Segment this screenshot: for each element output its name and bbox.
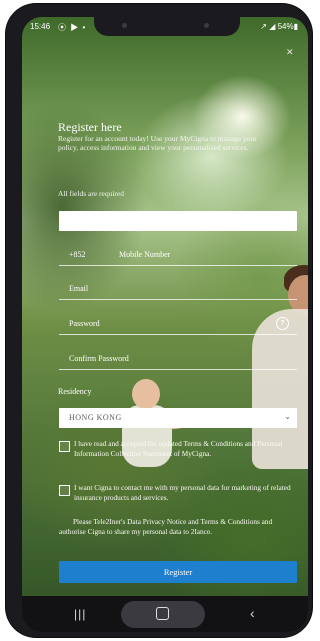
mobile-field[interactable]: +852 Mobile Number	[59, 245, 297, 266]
confirm-password-field[interactable]: Confirm Password	[59, 349, 297, 370]
password-label: Password	[69, 319, 100, 328]
privacy-consent-text: Please Tele2Iner's Data Privacy Notice a…	[59, 517, 273, 536]
camera-notch	[94, 17, 240, 36]
register-button[interactable]: Register	[59, 561, 297, 583]
battery-signal-indicator: ↗ ◢ 54%▮	[260, 22, 298, 31]
residency-value: HONG KONG	[69, 413, 122, 422]
email-label: Email	[69, 284, 89, 293]
password-visibility-icon[interactable]: ?	[276, 317, 289, 330]
recents-icon[interactable]: |||	[74, 607, 86, 621]
marketing-checkbox[interactable]	[59, 485, 70, 496]
status-notification-icons: ⦿ ▶ •	[58, 23, 87, 32]
system-nav-bar: ||| ‹	[22, 596, 308, 632]
back-icon[interactable]: ‹	[250, 605, 255, 621]
chevron-down-icon: ⌄	[284, 412, 291, 421]
mobile-number-label: Mobile Number	[119, 250, 171, 259]
page-title: Register here	[58, 120, 122, 134]
home-icon[interactable]	[156, 607, 169, 620]
name-input[interactable]	[59, 211, 297, 231]
close-icon[interactable]: ✕	[286, 47, 294, 58]
terms-checkbox[interactable]	[59, 441, 70, 452]
intro-text: Register for an account today! Use your …	[58, 134, 257, 152]
email-field[interactable]: Email	[59, 279, 297, 300]
marketing-consent-text: I want Cigna to contact me with my perso…	[74, 483, 291, 502]
residency-select[interactable]: HONG KONG ⌄	[59, 408, 297, 428]
terms-consent-text: I have read and accepted the updated Ter…	[74, 439, 283, 458]
sensor-icon	[204, 23, 209, 28]
password-field[interactable]: Password ?	[59, 314, 297, 335]
status-time: 15:46	[30, 22, 51, 31]
background-photo-child-head	[132, 379, 160, 409]
phone-frame: 15:46 ⦿ ▶ • ↗ ◢ 54%▮ ✕ Register here Reg…	[6, 4, 312, 637]
app-screen: 15:46 ⦿ ▶ • ↗ ◢ 54%▮ ✕ Register here Reg…	[22, 17, 308, 632]
country-code[interactable]: +852	[69, 250, 86, 259]
residency-label: Residency	[58, 387, 92, 396]
required-note: All fields are required	[58, 189, 125, 198]
camera-icon	[122, 23, 127, 28]
confirm-password-label: Confirm Password	[69, 354, 129, 363]
